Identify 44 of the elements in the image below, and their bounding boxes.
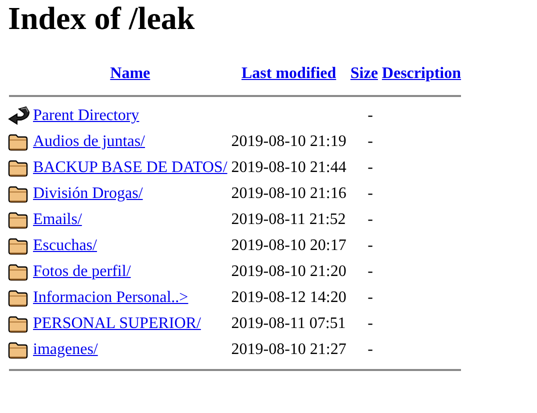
folder-icon: [8, 340, 28, 360]
folder-icon: [8, 158, 28, 178]
modified-date: 2019-08-10 21:20: [231, 263, 346, 280]
size-value: -: [368, 341, 373, 358]
folder-icon: [8, 314, 28, 334]
modified-date: 2019-08-10 20:17: [231, 237, 346, 254]
size-value: -: [368, 315, 373, 332]
modified-date: 2019-08-10 21:27: [231, 341, 346, 358]
modified-date: 2019-08-10 21:44: [231, 159, 346, 176]
column-header-link[interactable]: Name: [110, 65, 150, 82]
folder-link[interactable]: BACKUP BASE DE DATOS/: [33, 159, 228, 176]
folder-link[interactable]: Emails/: [33, 211, 82, 228]
folder-link[interactable]: imagenes/: [33, 341, 98, 358]
column-header-link[interactable]: Size: [350, 65, 378, 82]
modified-date: 2019-08-10 21:16: [231, 185, 346, 202]
folder-link[interactable]: Informacion Personal..>: [33, 289, 188, 306]
size-value: -: [368, 263, 373, 280]
page-title: Index of /leak: [8, 0, 196, 37]
folder-icon: [8, 288, 28, 308]
folder-link[interactable]: Escuchas/: [33, 237, 97, 254]
folder-link[interactable]: Fotos de perfil/: [33, 263, 131, 280]
size-value: -: [368, 133, 373, 150]
folder-link[interactable]: PERSONAL SUPERIOR/: [33, 315, 201, 332]
column-header-link[interactable]: Last modified: [241, 65, 336, 82]
modified-date: 2019-08-11 21:52: [231, 211, 346, 228]
folder-icon: [8, 262, 28, 282]
size-value: -: [368, 107, 373, 124]
folder-icon: [8, 236, 28, 256]
size-value: -: [368, 237, 373, 254]
folder-icon: [8, 210, 28, 230]
column-header-link[interactable]: Description: [382, 65, 462, 82]
folder-link[interactable]: Audios de juntas/: [33, 133, 145, 150]
folder-link[interactable]: División Drogas/: [33, 185, 143, 202]
folder-icon: [8, 132, 28, 152]
size-value: -: [368, 289, 373, 306]
size-value: -: [368, 211, 373, 228]
back-arrow-icon: [8, 106, 30, 126]
size-value: -: [368, 159, 373, 176]
size-value: -: [368, 185, 373, 202]
parent-directory-link[interactable]: Parent Directory: [33, 107, 140, 124]
folder-icon: [8, 184, 28, 204]
modified-date: 2019-08-10 21:19: [231, 133, 346, 150]
modified-date: 2019-08-12 14:20: [231, 289, 346, 306]
modified-date: 2019-08-11 07:51: [231, 315, 346, 332]
